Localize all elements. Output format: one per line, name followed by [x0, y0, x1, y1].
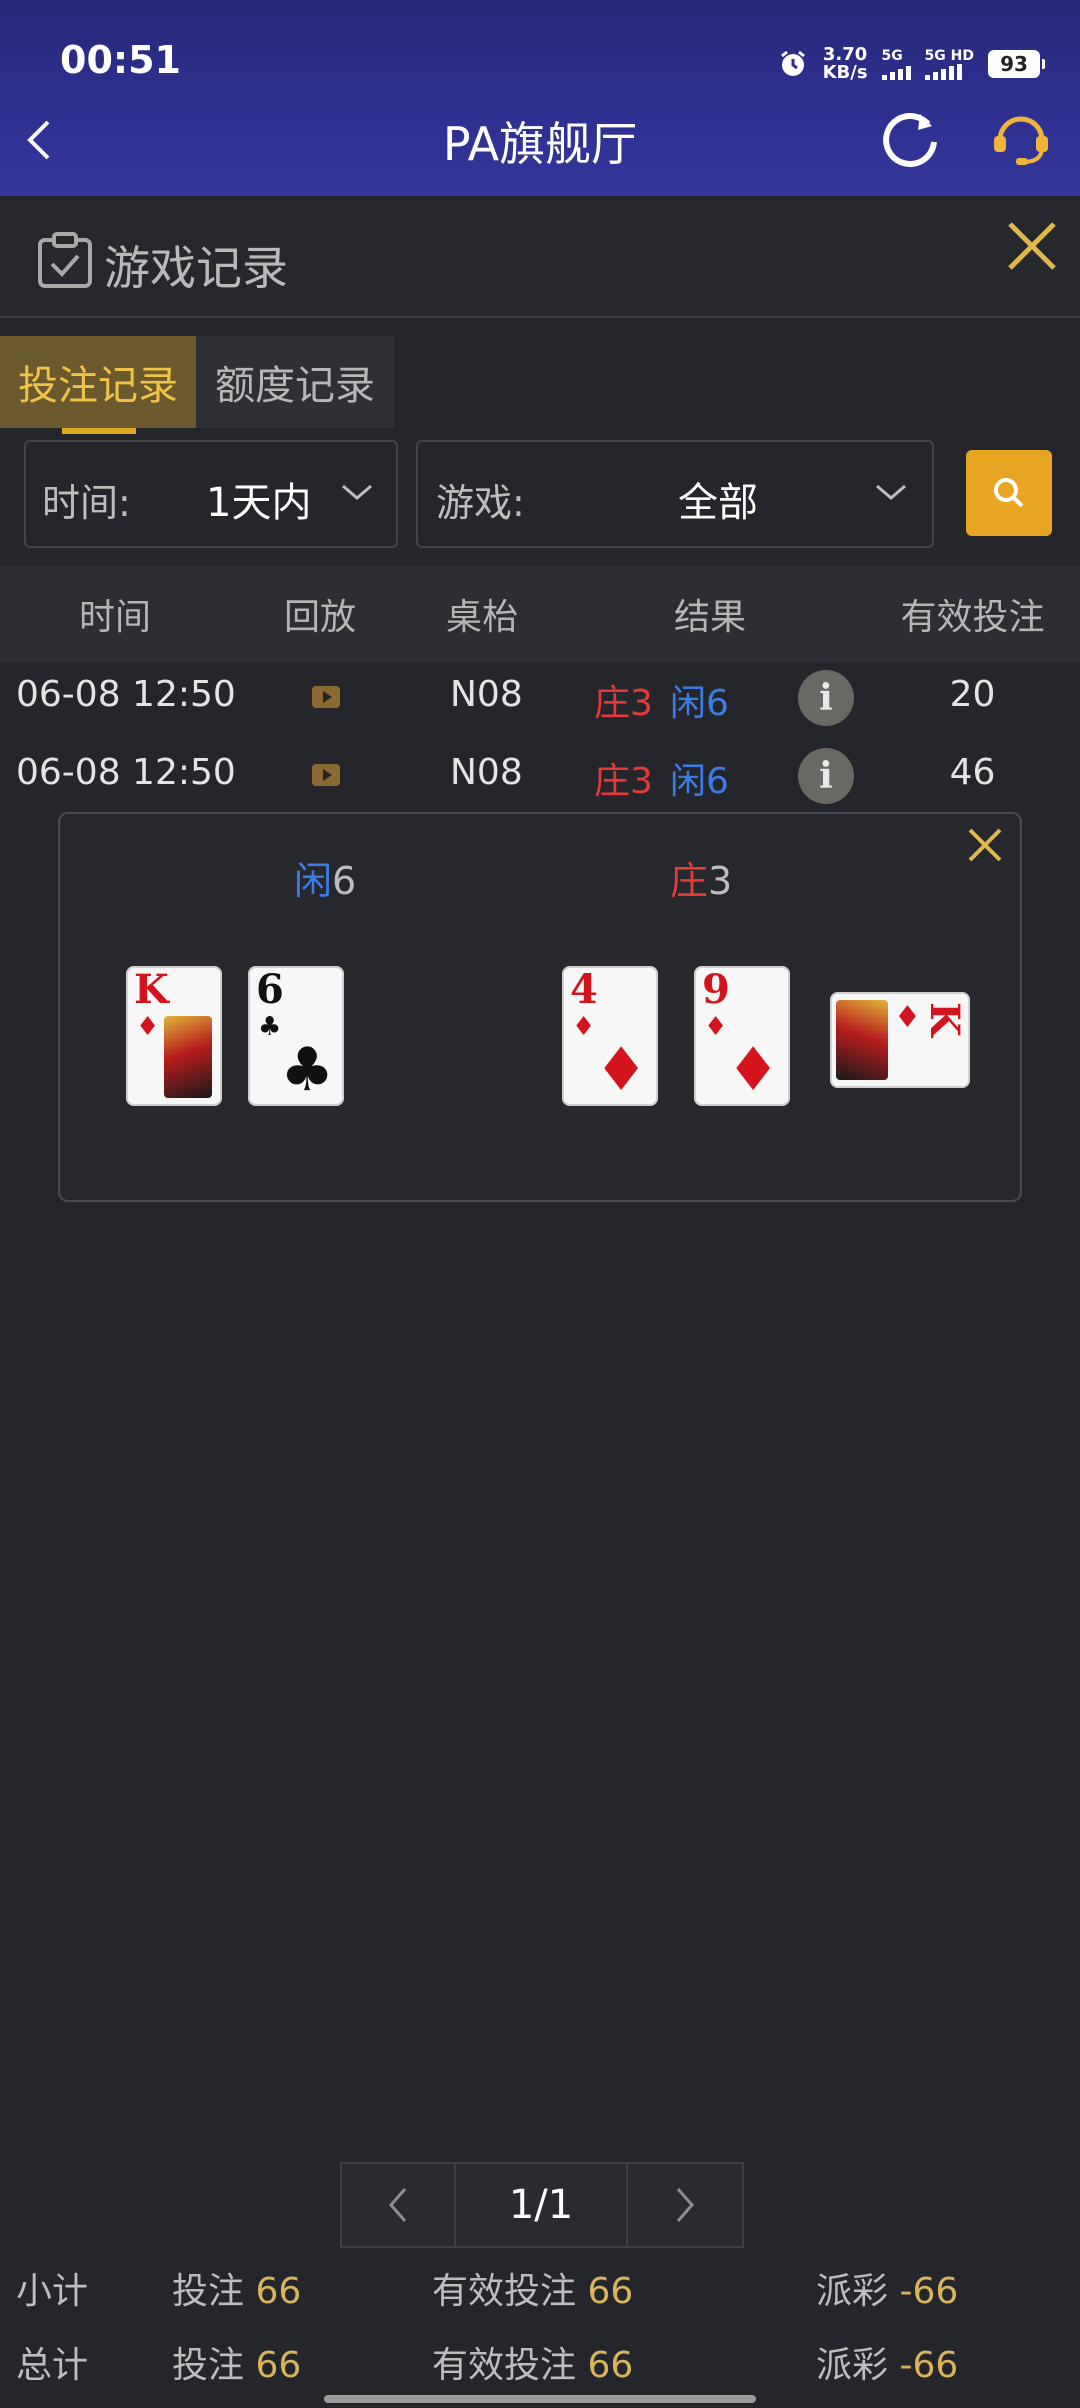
next-page-button[interactable] [626, 2162, 744, 2248]
alarm-icon [780, 50, 805, 76]
customer-service-icon[interactable] [988, 106, 1054, 170]
network-speed: 3.70 KB/s [822, 44, 868, 83]
sim1-signal: 5G [881, 48, 911, 80]
subtotal-valid-bet: 有效投注 66 [432, 2271, 634, 2312]
popup-close-icon[interactable] [966, 826, 1004, 864]
tab-credit-records[interactable]: 额度记录 [196, 336, 394, 428]
search-icon [994, 478, 1024, 508]
total-bet: 投注 66 [172, 2345, 302, 2386]
clipboard-check-icon [38, 232, 92, 288]
info-icon[interactable]: i [798, 670, 854, 726]
subtotal-payout: 派彩 -66 [816, 2271, 959, 2312]
banker-card-1: 4 ♦ ♦ [562, 966, 658, 1106]
replay-icon[interactable] [312, 764, 340, 786]
game-filter-value: 全部 [678, 480, 758, 526]
row-player-result: 闲6 [670, 683, 729, 724]
total-valid-bet: 有效投注 66 [432, 2345, 634, 2386]
total-payout: 派彩 -66 [816, 2345, 959, 2386]
search-button[interactable] [966, 450, 1052, 536]
row-table: N08 [450, 752, 523, 793]
col-header-replay: 回放 [283, 597, 356, 638]
status-icons: 3.70 KB/s 5G 5G HD 93 [777, 44, 1045, 84]
refresh-icon[interactable] [878, 106, 942, 170]
col-header-table: 桌枱 [445, 597, 518, 638]
row-valid-bet: 20 [949, 674, 996, 715]
col-header-time: 时间 [78, 597, 151, 638]
row-time: 06-08 12:50 [16, 674, 236, 715]
replay-icon[interactable] [312, 686, 340, 708]
status-time: 00:51 [60, 38, 181, 82]
time-filter-select[interactable]: 时间: 1天内 [24, 440, 398, 548]
subtotal-bet: 投注 66 [172, 2271, 302, 2312]
prev-page-button[interactable] [340, 2162, 456, 2248]
chevron-left-icon [389, 2188, 407, 2222]
subtotal-label: 小计 [16, 2271, 89, 2312]
banker-card-2: 9 ♦ ♦ [694, 966, 790, 1106]
banker-card-3-rotated: ♦ K [830, 992, 970, 1088]
game-filter-select[interactable]: 游戏: 全部 [416, 440, 934, 548]
col-header-result: 结果 [673, 597, 746, 638]
chevron-down-icon [342, 484, 372, 500]
game-filter-label: 游戏: [436, 481, 525, 525]
player-card-1: K ♦ [126, 966, 222, 1106]
row-table: N08 [450, 674, 523, 715]
tab-bet-records[interactable]: 投注记录 [0, 336, 196, 428]
col-header-valid-bet: 有效投注 [900, 597, 1045, 638]
time-filter-value: 1天内 [206, 480, 312, 526]
battery-indicator: 93 [988, 50, 1045, 78]
row-valid-bet: 46 [949, 752, 996, 793]
row-banker-result: 庄3 [594, 761, 653, 802]
sim2-signal: 5G HD [924, 48, 974, 80]
time-filter-label: 时间: [42, 481, 131, 525]
close-icon[interactable] [1004, 218, 1060, 274]
chevron-right-icon [676, 2188, 694, 2222]
banker-score-label: 庄3 [670, 859, 733, 903]
player-card-2: 6 ♣ ♣ [248, 966, 344, 1106]
info-icon[interactable]: i [798, 748, 854, 804]
row-player-result: 闲6 [670, 761, 729, 802]
page-indicator: 1/1 [454, 2162, 628, 2248]
home-indicator[interactable] [324, 2395, 756, 2403]
records-title: 游戏记录 [104, 241, 288, 295]
player-score-label: 闲6 [294, 859, 357, 903]
row-banker-result: 庄3 [594, 683, 653, 724]
total-label: 总计 [16, 2345, 89, 2386]
chevron-down-icon [876, 484, 906, 500]
row-time: 06-08 12:50 [16, 752, 236, 793]
active-tab-indicator [62, 428, 136, 434]
